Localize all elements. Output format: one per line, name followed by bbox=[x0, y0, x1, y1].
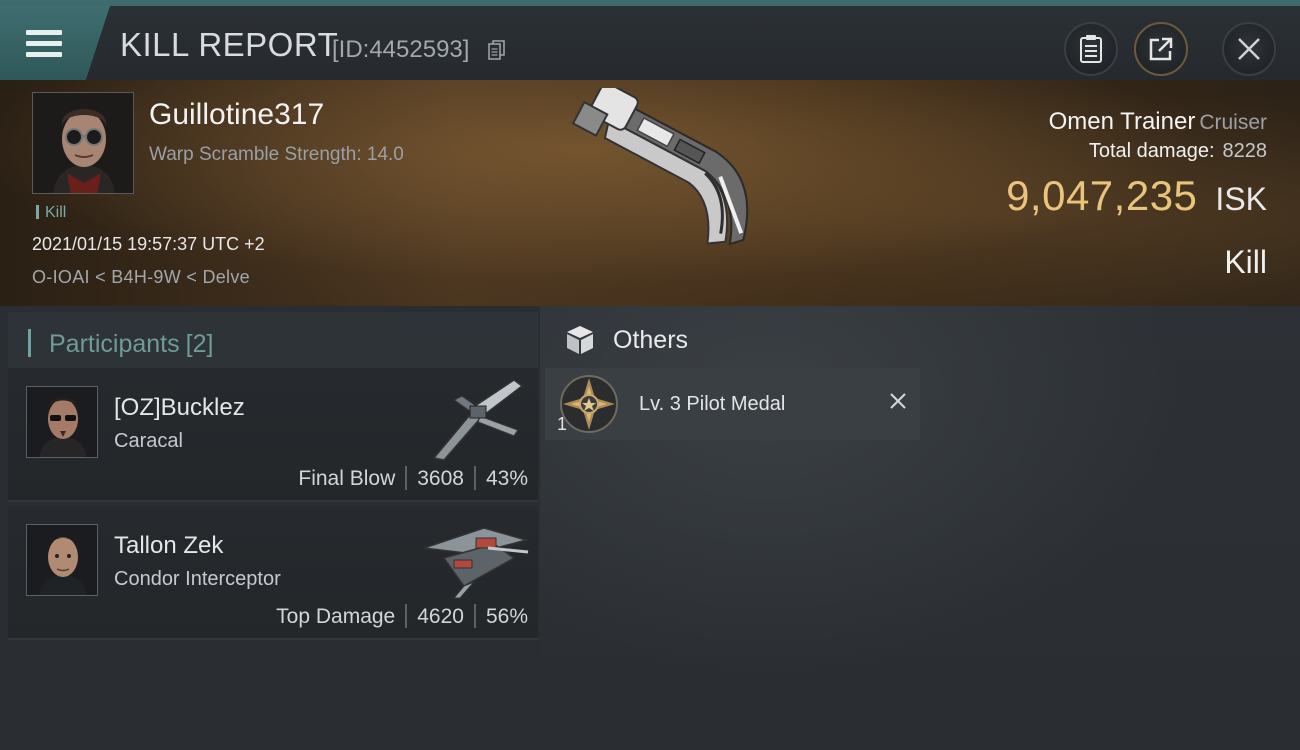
participant-role: Top Damage bbox=[276, 605, 396, 628]
participant-percent: 56% bbox=[485, 605, 528, 628]
dropped-item[interactable]: 1 Lv. 3 Pilot Medal bbox=[545, 368, 920, 440]
participant-stats: Top Damage 4620 56% bbox=[276, 604, 528, 629]
item-name: Lv. 3 Pilot Medal bbox=[639, 393, 786, 415]
victim-portrait[interactable] bbox=[32, 92, 134, 194]
participant-damage: 4620 bbox=[417, 605, 464, 628]
participant-portrait[interactable] bbox=[26, 386, 98, 458]
total-damage-value: 8228 bbox=[1222, 140, 1268, 162]
page-title: KILL REPORT bbox=[120, 26, 339, 63]
participants-count: [2] bbox=[185, 330, 214, 358]
victim-ship[interactable]: Omen Trainer Cruiser bbox=[1049, 108, 1267, 136]
share-icon bbox=[1149, 37, 1173, 61]
total-damage-label: Total damage: bbox=[1088, 140, 1215, 162]
participant-ship-image bbox=[423, 527, 529, 599]
participants-header: Participants [2] bbox=[8, 312, 538, 368]
participant-row[interactable]: Tallon Zek Condor Interceptor Top Damage… bbox=[8, 506, 538, 640]
close-button[interactable] bbox=[1222, 22, 1276, 76]
victim-ship-name: Omen Trainer bbox=[1048, 108, 1196, 135]
isk-value-line: 9,047,235 ISK bbox=[1006, 172, 1267, 220]
close-icon bbox=[1238, 38, 1260, 60]
isk-value: 9,047,235 bbox=[1006, 172, 1198, 219]
others-panel: Others 1 Lv. 3 Pilot Medal bbox=[540, 306, 1300, 750]
isk-unit: ISK bbox=[1215, 181, 1267, 217]
result-label: Kill bbox=[1224, 244, 1267, 280]
cargo-box-icon bbox=[567, 326, 593, 354]
participants-title: Participants [2] bbox=[49, 330, 213, 359]
participant-row[interactable]: [OZ]Bucklez Caracal Final Blow 3608 43% bbox=[8, 368, 538, 502]
victim-ship-image bbox=[571, 88, 749, 246]
victim-name[interactable]: Guillotine317 bbox=[149, 98, 324, 132]
participant-role: Final Blow bbox=[298, 467, 396, 490]
destroyed-mark-icon bbox=[890, 393, 906, 409]
menu-button[interactable] bbox=[0, 6, 110, 80]
kill-timestamp: 2021/01/15 19:57:37 UTC +2 bbox=[32, 234, 265, 254]
top-bar: KILL REPORT [ID:4452593] bbox=[0, 0, 1300, 80]
participant-name[interactable]: Tallon Zek bbox=[114, 532, 223, 560]
clipboard-icon bbox=[1080, 35, 1102, 63]
participant-ship: Caracal bbox=[114, 430, 183, 452]
others-title: Others bbox=[613, 326, 689, 354]
participant-ship: Condor Interceptor bbox=[114, 568, 281, 590]
notes-button[interactable] bbox=[1064, 22, 1118, 76]
victim-ship-class: Cruiser bbox=[1199, 111, 1267, 134]
pilot-medal-icon bbox=[560, 375, 618, 433]
warp-scramble-strength: Warp Scramble Strength: 14.0 bbox=[149, 144, 404, 165]
share-button[interactable] bbox=[1134, 22, 1188, 76]
header-accent-bar bbox=[28, 329, 31, 357]
total-damage: Total damage: 8228 bbox=[1089, 140, 1267, 163]
kill-location[interactable]: O-IOAI < B4H-9W < Delve bbox=[32, 267, 250, 288]
kill-tag: Kill bbox=[36, 204, 66, 222]
participants-panel: Participants [2] [OZ]Bucklez Caracal Fin… bbox=[0, 306, 540, 750]
victim-banner: Guillotine317 Warp Scramble Strength: 14… bbox=[0, 80, 1300, 306]
item-quantity: 1 bbox=[557, 414, 568, 434]
copy-icon[interactable] bbox=[488, 40, 506, 60]
participants-title-text: Participants bbox=[49, 330, 180, 358]
participant-stats: Final Blow 3608 43% bbox=[298, 466, 528, 491]
participant-damage: 3608 bbox=[417, 467, 464, 490]
hamburger-menu-icon bbox=[26, 30, 62, 58]
participant-percent: 43% bbox=[485, 467, 528, 490]
participant-name[interactable]: [OZ]Bucklez bbox=[114, 394, 245, 422]
participant-ship-image bbox=[432, 379, 524, 461]
report-id: [ID:4452593] bbox=[332, 36, 470, 63]
participant-portrait[interactable] bbox=[26, 524, 98, 596]
